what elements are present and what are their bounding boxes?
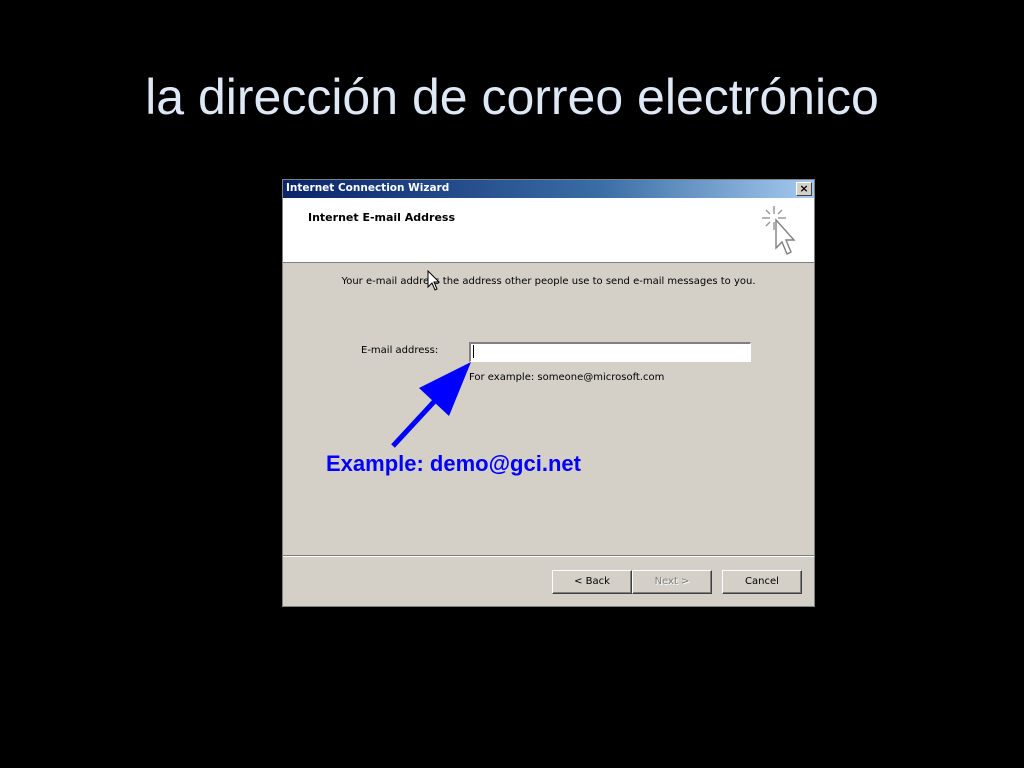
wizard-window: Internet Connection Wizard × Internet E-… <box>282 179 815 607</box>
mouse-pointer-icon <box>427 270 441 291</box>
annotation-text: Example: demo@gci.net <box>326 451 581 476</box>
description-text: Your e-mail address the address other pe… <box>341 276 756 287</box>
email-address-input[interactable] <box>469 342 751 362</box>
email-example-hint: For example: someone@microsoft.com <box>469 372 665 383</box>
button-separator-highlight <box>283 556 814 557</box>
wizard-header: Internet E-mail Address <box>283 198 814 263</box>
window-title: Internet Connection Wizard <box>286 182 450 194</box>
annotation-arrow-icon <box>391 362 471 448</box>
slide-title: la dirección de correo electrónico <box>145 69 879 125</box>
close-button[interactable]: × <box>796 182 812 196</box>
next-button[interactable]: Next > <box>632 570 712 594</box>
wizard-cursor-icon <box>762 206 796 255</box>
back-button[interactable]: < Back <box>552 570 632 594</box>
window-titlebar[interactable]: Internet Connection Wizard × <box>283 180 814 198</box>
cancel-button[interactable]: Cancel <box>722 570 802 594</box>
page-title: Internet E-mail Address <box>308 211 456 224</box>
